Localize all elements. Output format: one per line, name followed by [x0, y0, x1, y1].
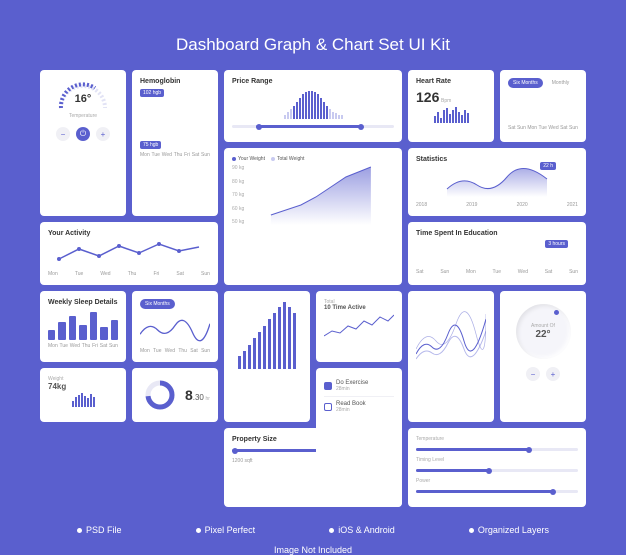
check-icon: [324, 382, 332, 390]
knob-dial[interactable]: Amount Of22°: [516, 304, 571, 359]
hemo-low-badge: 75 hgb: [140, 141, 161, 149]
sleep-label: Weekly Sleep Details: [48, 299, 118, 306]
wave-card: Six Months MonTueWedThuSatSun: [132, 291, 218, 362]
knob-value: 22°: [531, 329, 555, 340]
donut-chart: [144, 379, 176, 411]
disclaimer: Image Not Included: [40, 545, 586, 555]
power-button[interactable]: ⏻: [76, 127, 90, 141]
price-range-card: Price Range: [224, 70, 402, 142]
page-title: Dashboard Graph & Chart Set UI Kit: [40, 35, 586, 55]
heart-rate-label: Heart Rate: [416, 78, 486, 85]
hemoglobin-card: Hemoglobin 102 hgb 75 hgb MonTueWedThuFr…: [132, 70, 218, 216]
temperature-card: 16° Temperature − ⏻ +: [40, 70, 126, 216]
minus-button[interactable]: −: [56, 127, 70, 141]
task-read[interactable]: Read Book28min: [324, 397, 394, 417]
tab-six-months-2[interactable]: Six Months: [140, 299, 175, 309]
activity-card: Your Activity MonTueWedThuFriSatSun: [40, 222, 218, 285]
sliders-card: Temperature Timing Level Power: [408, 428, 586, 507]
vertical-bars-card: [224, 291, 310, 422]
temperature-value: 16°: [75, 93, 92, 105]
check-icon: [324, 403, 332, 411]
education-card: Time Spent In Education 3 hours SatSunMo…: [408, 222, 586, 285]
tab-monthly[interactable]: Monthly: [547, 78, 575, 88]
task-exercise[interactable]: Do Exercise28min: [324, 376, 394, 397]
weight-value: 74kg: [48, 382, 118, 391]
weight-area-card: Your WeightTotal Weight 90 kg80 kg70 kg6…: [224, 148, 402, 285]
donut-card: 8.30 hr: [132, 368, 218, 422]
hemo-high-badge: 102 hgb: [140, 89, 164, 97]
tab-six-months[interactable]: Six Months: [508, 78, 543, 88]
days-axis: MonTueWedThuFriSatSun: [140, 152, 210, 158]
temperature-gauge: 16°: [53, 78, 113, 113]
heart-rate-card: Heart Rate 126 Bpm: [408, 70, 494, 142]
multiline-chart: [416, 299, 486, 369]
education-label: Time Spent In Education: [416, 230, 578, 237]
activity-label: Your Activity: [48, 230, 210, 237]
power-slider[interactable]: [416, 490, 578, 493]
sleep-card: Weekly Sleep Details MonTueWedThuFriSatS…: [40, 291, 126, 362]
tabs-card: Six Months Monthly SatSunMonTueWedSatSun: [500, 70, 586, 142]
wave-chart: [140, 315, 210, 343]
features-row: PSD File Pixel Perfect iOS & Android Org…: [40, 525, 586, 535]
knob-card: Amount Of22° −+: [500, 291, 586, 422]
multiline-card: [408, 291, 494, 422]
knob-minus[interactable]: −: [526, 367, 540, 381]
stats-badge: 22 h: [540, 162, 556, 170]
heart-rate-value: 126: [416, 89, 439, 105]
timing-slider[interactable]: [416, 469, 578, 472]
weight-card: Weight 74kg: [40, 368, 126, 422]
stats-chart: [416, 167, 578, 197]
activity-chart: [48, 241, 210, 266]
edu-badge: 3 hours: [545, 240, 568, 248]
statistics-card: Statistics 22 h 2018201920202021: [408, 148, 586, 216]
hemoglobin-label: Hemoglobin: [140, 78, 210, 85]
card-grid: 16° Temperature − ⏻ + Hemoglobin 102 hgb…: [40, 70, 586, 507]
knob-plus[interactable]: +: [546, 367, 560, 381]
temperature-label: Temperature: [48, 113, 118, 119]
temp-slider[interactable]: [416, 448, 578, 451]
tasks-card: Do Exercise28min Read Book28min: [316, 368, 402, 507]
price-range-label: Price Range: [232, 78, 394, 85]
price-slider[interactable]: [232, 125, 394, 128]
timeline-chart: [324, 311, 394, 341]
area-chart: [248, 165, 394, 225]
timeline-card: Total 10 Time Active: [316, 291, 402, 362]
plus-button[interactable]: +: [96, 127, 110, 141]
